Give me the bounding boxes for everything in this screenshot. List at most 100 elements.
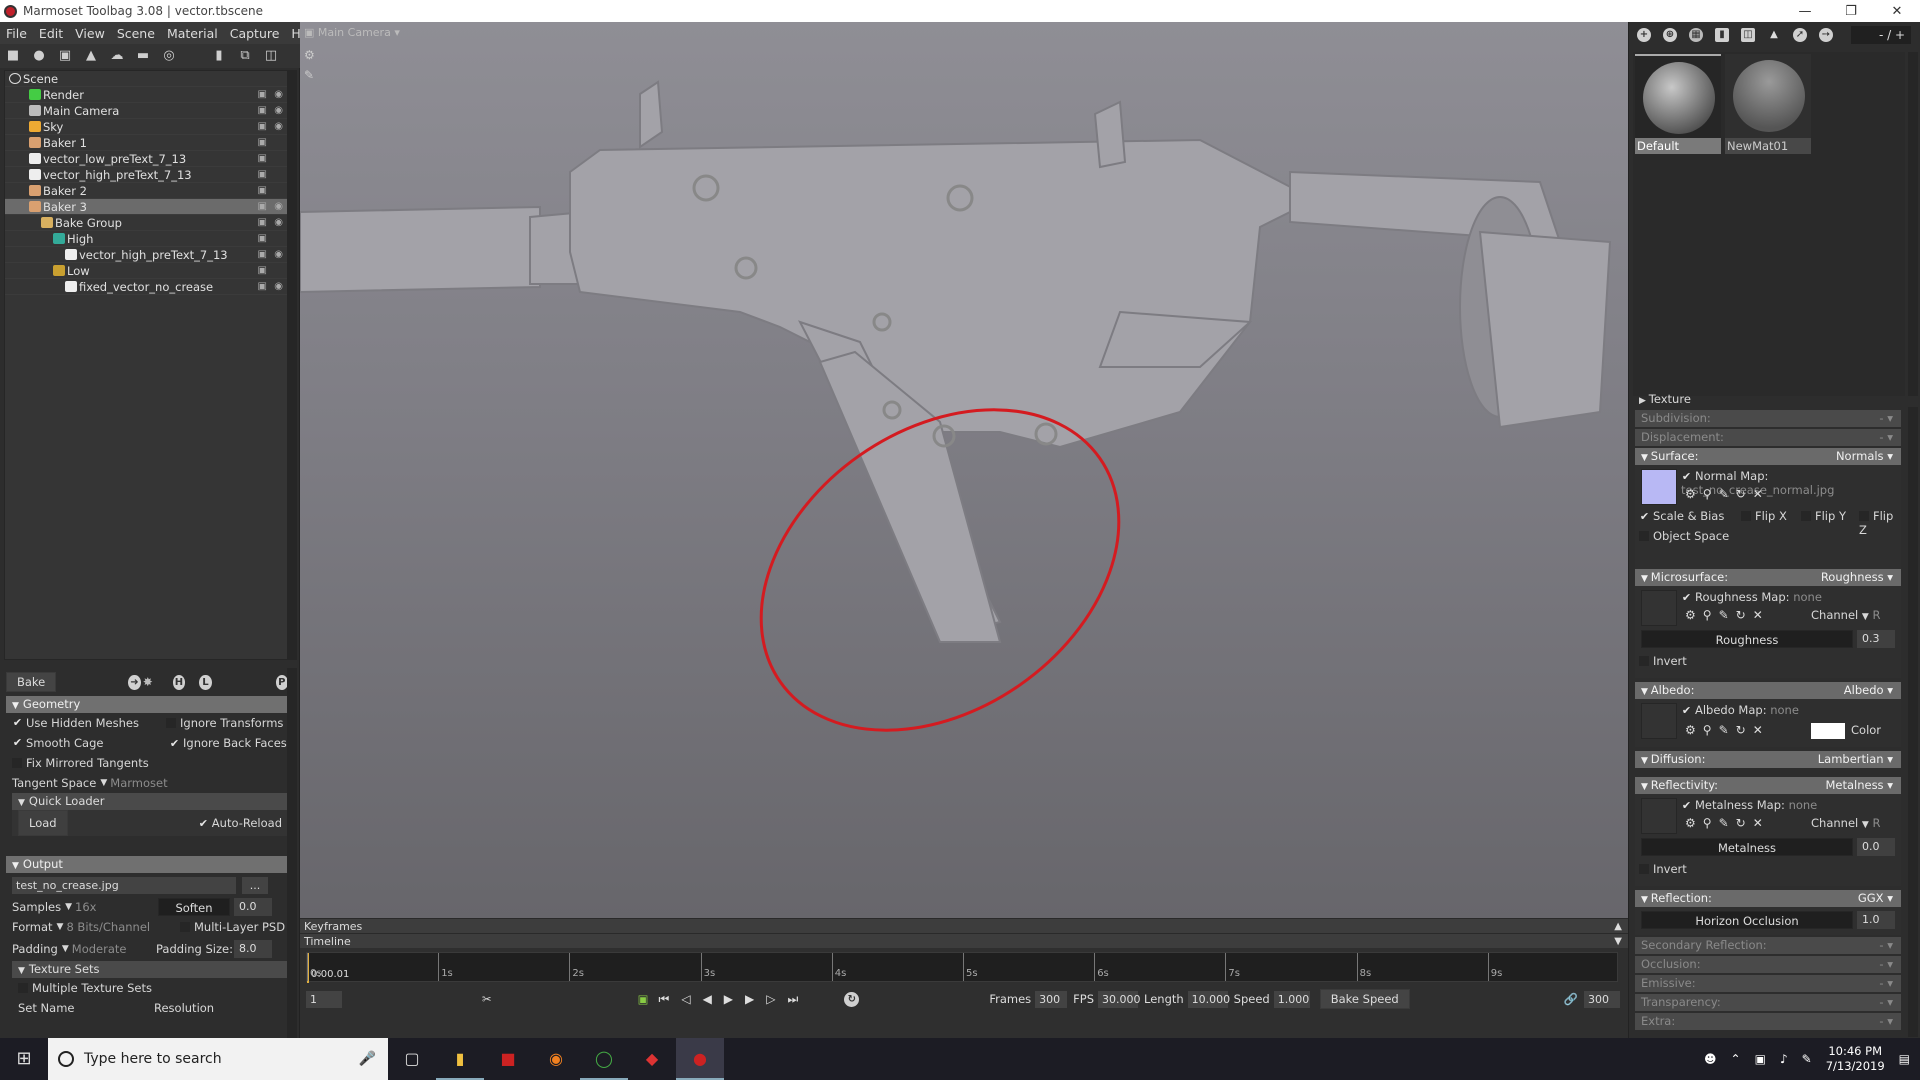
lock-icon[interactable]: ▣ (258, 199, 267, 215)
blender-icon[interactable]: ◉ (532, 1038, 580, 1080)
chrome-icon[interactable]: ◯ (580, 1038, 628, 1080)
visibility-icon[interactable]: ◉ (274, 199, 283, 215)
tree-item[interactable]: fixed_vector_no_crease ▣ ◉ (5, 279, 287, 295)
samples-dropdown-icon[interactable]: ▼ (65, 897, 72, 917)
prev-key-icon[interactable]: ◁ (681, 992, 702, 1006)
lock-icon[interactable]: ▣ (258, 263, 267, 279)
settings-icon[interactable]: ⚙ (1685, 608, 1703, 622)
clock[interactable]: 10:46 PM 7/13/2019 (1826, 1044, 1885, 1074)
roughness-channel[interactable]: Channel ▼ R (1811, 608, 1880, 622)
add-audio-icon[interactable]: ◎ (162, 49, 176, 63)
export-icon[interactable]: ➙ (1819, 28, 1833, 42)
menu-file[interactable]: File (0, 26, 33, 41)
scissors-icon[interactable]: ✂ (482, 992, 492, 1006)
tree-item[interactable]: High ▣ (5, 231, 287, 247)
metalness-map-slot[interactable] (1641, 798, 1677, 834)
material-library-scrollbar[interactable] (1908, 52, 1918, 396)
menu-edit[interactable]: Edit (33, 26, 69, 41)
format-dropdown-icon[interactable]: ▼ (57, 917, 64, 937)
copy-material-icon[interactable]: ⊕ (1663, 28, 1677, 42)
albedo-map-slot[interactable] (1641, 703, 1677, 739)
multiple-sets-checkbox[interactable] (18, 983, 28, 993)
menu-view[interactable]: View (69, 26, 111, 41)
tangent-space-value[interactable]: Marmoset (110, 773, 167, 793)
folder-icon[interactable]: ▮ (1715, 28, 1729, 42)
quick-loader-header[interactable]: ▼ Quick Loader (12, 793, 290, 810)
metalness-value[interactable]: 0.0 (1857, 838, 1895, 856)
smooth-cage-checkbox[interactable]: ✔ (12, 733, 23, 753)
samples-value[interactable]: 16x (75, 897, 96, 917)
displacement-header[interactable]: Displacement: - ▾ (1635, 429, 1901, 446)
fix-mirrored-checkbox[interactable] (12, 758, 22, 768)
output-file-field[interactable]: test_no_crease.jpg (12, 876, 236, 894)
texture-icon[interactable]: ✸ (143, 675, 153, 689)
microphone-icon[interactable]: 🎤 (359, 1051, 376, 1067)
reflectivity-header[interactable]: ▼ Reflectivity: Metalness ▾ (1635, 777, 1901, 794)
app-red-icon[interactable]: ■ (484, 1038, 532, 1080)
edit-icon[interactable]: ✎ (1719, 487, 1736, 501)
surface-header[interactable]: ▼ Surface: Normals ▾ (1635, 448, 1901, 465)
send-to-icon[interactable]: ➜ (128, 674, 141, 690)
volume-icon[interactable]: ♪ (1780, 1052, 1788, 1066)
format-value[interactable]: 8 Bits/Channel (66, 917, 150, 937)
lock-icon[interactable]: ▣ (258, 135, 267, 151)
roughness-map-checkbox[interactable]: ✔ (1681, 591, 1692, 604)
clear-icon[interactable]: ✕ (1753, 723, 1770, 737)
padding-size-value[interactable]: 8.0 (234, 940, 272, 958)
link-icon[interactable]: 🔗 (1564, 992, 1578, 1006)
add-turntable-icon[interactable]: ☁ (110, 49, 124, 63)
duplicate-icon[interactable]: ⧉ (238, 49, 252, 63)
object-space-checkbox[interactable] (1639, 531, 1649, 541)
tree-item[interactable]: Baker 1 ▣ (5, 135, 287, 151)
timeline-header[interactable]: Timeline ▼ (300, 933, 1628, 948)
taskbar-search[interactable]: Type here to search 🎤 (48, 1038, 388, 1080)
tree-item[interactable]: vector_high_preText_7_13 ▣ (5, 167, 287, 183)
clear-icon[interactable]: ✕ (1753, 816, 1770, 830)
browse-button[interactable]: ... (242, 876, 268, 894)
geometry-header[interactable]: ▼ Geometry (6, 696, 290, 713)
3d-viewport[interactable]: ▣ Main Camera ▾ ⚙ ✎ (300, 22, 1628, 918)
trash-icon[interactable]: ◫ (1741, 28, 1755, 42)
task-view-icon[interactable]: ▢ (388, 1038, 436, 1080)
tree-item[interactable]: Baker 3 ▣ ◉ (5, 199, 287, 215)
start-button[interactable]: ⊞ (0, 1038, 48, 1080)
flip-z-checkbox[interactable] (1859, 511, 1869, 521)
tree-item[interactable]: Baker 2 ▣ (5, 183, 287, 199)
ignore-transforms-checkbox[interactable] (166, 718, 176, 728)
collapsed-section-header[interactable]: Occlusion: - ▾ (1635, 956, 1901, 973)
padding-dropdown-icon[interactable]: ▼ (62, 939, 69, 959)
tangent-space-dropdown-icon[interactable]: ▼ (100, 773, 107, 793)
flip-x-checkbox[interactable] (1741, 511, 1751, 521)
lock-icon[interactable]: ▣ (258, 87, 267, 103)
tree-item[interactable]: Main Camera ▣ ◉ (5, 103, 287, 119)
reload-icon[interactable]: ↻ (1736, 723, 1753, 737)
search-icon[interactable]: ⚲ (1703, 608, 1719, 622)
metalness-slider[interactable]: Metalness (1641, 838, 1853, 856)
collapsed-section-header[interactable]: Emissive: - ▾ (1635, 975, 1901, 992)
edit-icon[interactable]: ✎ (1719, 608, 1736, 622)
apply-icon[interactable]: ➚ (1793, 28, 1807, 42)
lock-icon[interactable]: ▣ (258, 103, 267, 119)
next-frame-icon[interactable]: ▶ (745, 992, 766, 1006)
visibility-icon[interactable]: ◉ (274, 87, 283, 103)
tray-chevron-icon[interactable]: ⌃ (1731, 1052, 1741, 1066)
settings-icon[interactable]: ⚙ (1685, 487, 1703, 501)
auto-reload-checkbox[interactable]: ✔ (198, 814, 209, 834)
visibility-icon[interactable]: ◉ (274, 279, 283, 295)
roughness-map-slot[interactable] (1641, 590, 1677, 626)
lock-icon[interactable]: ▣ (258, 247, 267, 263)
diffusion-header[interactable]: ▼ Diffusion: Lambertian ▾ (1635, 751, 1901, 768)
substance-icon[interactable]: ◆ (628, 1038, 676, 1080)
metalness-map-checkbox[interactable]: ✔ (1681, 799, 1692, 812)
tree-item[interactable]: Bake Group ▣ ◉ (5, 215, 287, 231)
roughness-slider[interactable]: Roughness (1641, 630, 1853, 648)
loop-icon[interactable]: ↻ (844, 991, 860, 1007)
lock-icon[interactable]: ▣ (258, 215, 267, 231)
reload-icon[interactable]: ↻ (1736, 608, 1753, 622)
restore-button[interactable]: ❐ (1828, 4, 1874, 19)
search-icon[interactable]: ⚲ (1703, 816, 1719, 830)
play-icon[interactable]: ▶ (724, 992, 745, 1006)
horizon-occlusion-value[interactable]: 1.0 (1857, 911, 1895, 929)
soften-slider[interactable]: Soften (158, 898, 230, 916)
edit-icon[interactable]: ✎ (1719, 723, 1736, 737)
